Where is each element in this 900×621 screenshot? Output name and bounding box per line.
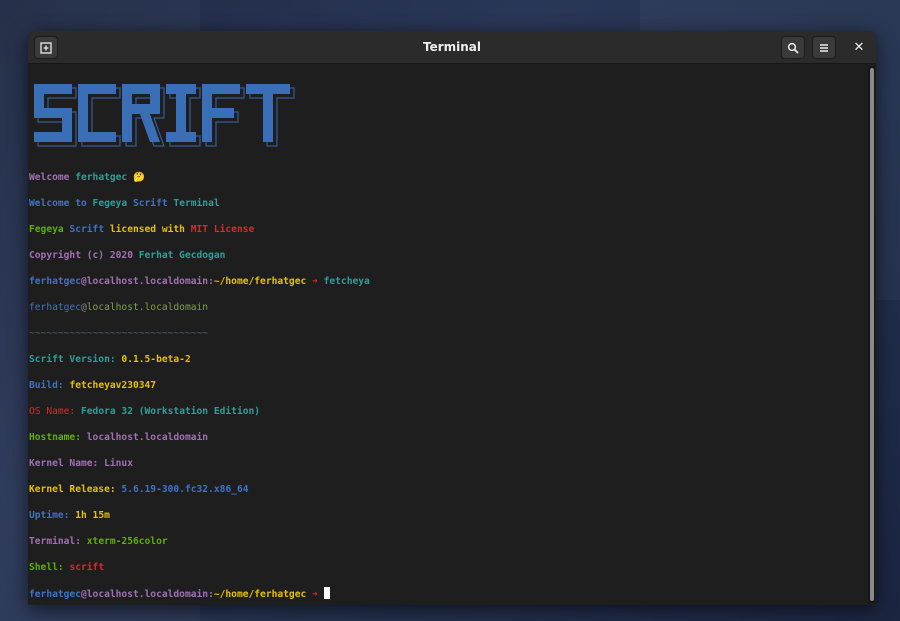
fetch-key: Build: <box>29 380 64 391</box>
fetch-row-kernel-release: Kernel Release: 5.6.19-300.fc32.x86_64 <box>29 483 866 496</box>
fetch-host: localhost.localdomain <box>86 302 209 313</box>
fetch-key: Hostname: <box>29 432 81 443</box>
hamburger-menu-icon <box>820 43 828 52</box>
prompt-user: ferhatgec <box>29 276 81 287</box>
fetch-key: Kernel Name: <box>29 458 99 469</box>
close-icon: ✕ <box>853 40 865 55</box>
fetch-row-hostname: Hostname: localhost.localdomain <box>29 431 866 444</box>
prompt-arrow-icon: ➜ <box>312 276 318 287</box>
fetch-row-os: OS Name: Fedora 32 (Workstation Edition) <box>29 405 866 418</box>
fetch-key: Terminal: <box>29 536 81 547</box>
fetch-separator: ~~~~~~~~~~~~~~~~~~~~~~~~~~~~~~~ <box>29 327 866 340</box>
fetch-row-build: Build: fetcheyav230347 <box>29 379 866 392</box>
fetch-row-kernel-name: Kernel Name: Linux <box>29 457 866 470</box>
terminal-output[interactable]: Welcome ferhatgec 🤔 Welcome to Fegeya Sc… <box>28 65 866 605</box>
fetch-value: xterm-256color <box>86 536 168 547</box>
thinking-emoji-icon: 🤔 <box>132 172 145 183</box>
prompt-host: localhost.localdomain <box>86 276 209 287</box>
fetch-value: 5.6.19-300.fc32.x86_64 <box>121 484 249 495</box>
copyright-text: Copyright (c) 2020 <box>29 250 133 261</box>
text-cursor <box>323 587 330 599</box>
search-icon <box>787 42 799 54</box>
terminal-window: Terminal ✕ Welcome ferhatgec 🤔 Welcome t… <box>28 31 876 605</box>
copyright-line: Copyright (c) 2020 Ferhat Gecdogan <box>29 249 866 262</box>
window-title: Terminal <box>422 40 482 54</box>
entered-command: fetcheya <box>323 276 370 287</box>
prompt-path: ~/home/ferhatgec <box>213 589 307 600</box>
license-line: Fegeya Scrift licensed with MIT License <box>29 223 866 236</box>
fegeya-text: Fegeya <box>92 198 128 209</box>
fetch-key: Scrift Version: <box>29 354 116 365</box>
fetch-value: localhost.localdomain <box>86 432 209 443</box>
menu-button[interactable] <box>812 36 836 59</box>
prompt-user: ferhatgec <box>29 589 81 600</box>
close-button[interactable]: ✕ <box>852 40 866 55</box>
fetch-row-version: Scrift Version: 0.1.5-beta-2 <box>29 353 866 366</box>
fetch-value: 0.1.5-beta-2 <box>121 354 191 365</box>
prompt-host: localhost.localdomain <box>86 589 209 600</box>
fetch-key: Shell: <box>29 562 64 573</box>
fetch-key: OS Name: <box>29 406 76 417</box>
search-button[interactable] <box>781 36 805 59</box>
fetch-row-terminal: Terminal: xterm-256color <box>29 535 866 548</box>
scrollbar-thumb[interactable] <box>870 68 874 601</box>
fetch-value: Fedora 32 (Workstation Edition) <box>81 406 261 417</box>
prompt-line: ferhatgec@localhost.localdomain:~/home/f… <box>29 275 866 288</box>
prompt-path: ~/home/ferhatgec <box>213 276 307 287</box>
fetch-row-uptime: Uptime: 1h 15m <box>29 509 866 522</box>
title-bar: Terminal ✕ <box>28 31 876 64</box>
scrift-logo <box>34 80 304 158</box>
fetch-user: ferhatgec <box>29 302 81 313</box>
scrift-text: Scrift <box>69 224 105 235</box>
fetch-value: Linux <box>104 458 133 469</box>
welcome-text: Welcome <box>29 172 70 183</box>
fetch-header: ferhatgec@localhost.localdomain <box>29 301 866 314</box>
fetch-value: scrift <box>69 562 105 573</box>
fetch-key: Kernel Release: <box>29 484 116 495</box>
author-name: Ferhat Gecdogan <box>138 250 226 261</box>
welcome-terminal-line: Welcome to Fegeya Scrift Terminal <box>29 197 866 210</box>
terminal-text: Terminal <box>173 198 220 209</box>
fetch-row-shell: Shell: scrift <box>29 561 866 574</box>
fegeya-text: Fegeya <box>29 224 64 235</box>
scrollbar[interactable] <box>868 66 875 603</box>
fetch-value: 1h 15m <box>75 510 110 521</box>
welcome-user: ferhatgec <box>75 172 128 183</box>
license-name: MIT License <box>190 224 255 235</box>
welcome-line: Welcome ferhatgec 🤔 <box>29 171 866 184</box>
licensed-with-text: licensed with <box>109 224 185 235</box>
scrift-text: Scrift <box>132 198 168 209</box>
prompt-arrow-icon: ➜ <box>312 589 318 600</box>
fetch-value: fetcheyav230347 <box>69 380 157 391</box>
fetch-key: Uptime: <box>29 510 70 521</box>
scrift-ascii-logo <box>34 84 295 147</box>
prompt-line: ferhatgec@localhost.localdomain:~/home/f… <box>29 587 866 600</box>
separator-text: ~~~~~~~~~~~~~~~~~~~~~~~~~~~~~~~ <box>29 328 209 339</box>
welcome-to-text: Welcome to <box>29 198 87 209</box>
